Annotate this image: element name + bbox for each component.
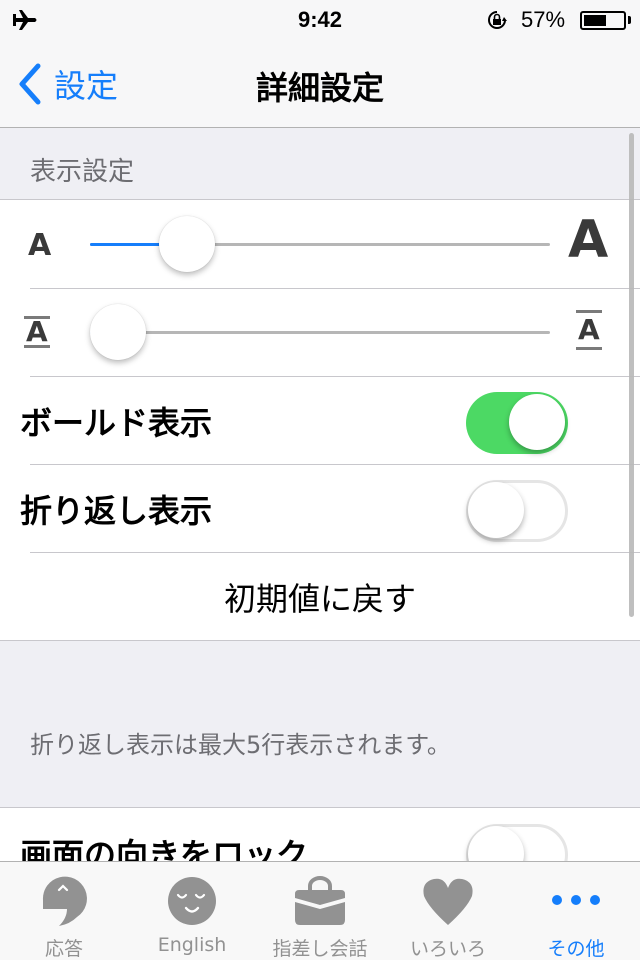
wrap-row: 折り返し表示 <box>0 464 640 552</box>
line-spacing-row: A A <box>0 288 640 376</box>
display-settings-group: A A A A ボールド表示 折り返し表示 初期値に戻す <box>0 199 640 641</box>
battery-nub <box>628 16 631 24</box>
tab-english[interactable]: English <box>128 862 256 960</box>
orientation-lock-toggle[interactable] <box>466 824 568 861</box>
wrap-toggle[interactable] <box>466 480 568 542</box>
reset-defaults-button[interactable]: 初期値に戻す <box>0 552 640 640</box>
font-large-icon: A <box>568 210 609 270</box>
smiley-face-icon <box>168 877 216 925</box>
slider-track <box>90 331 550 334</box>
tab-pointing-conversation[interactable]: 指差し会話 <box>256 862 384 960</box>
battery-icon <box>580 11 626 30</box>
orientation-group: 画面の向きをロック <box>0 807 640 861</box>
tab-label: English <box>157 934 227 956</box>
tab-label: 指差し会話 <box>272 938 368 960</box>
line-spacing-large-icon: A <box>576 310 602 350</box>
font-small-icon: A <box>28 228 52 263</box>
status-bar: 9:42 57% <box>0 0 640 40</box>
tab-response[interactable]: 応答 <box>0 862 128 960</box>
section-header-display: 表示設定 <box>30 157 135 187</box>
reset-defaults-label: 初期値に戻す <box>223 580 416 618</box>
speech-comma-icon <box>42 876 87 926</box>
tab-label: その他 <box>547 938 605 960</box>
wrap-label: 折り返し表示 <box>20 492 213 530</box>
bold-toggle[interactable] <box>466 392 568 454</box>
toggle-knob <box>468 482 524 538</box>
slider-thumb[interactable] <box>90 304 146 360</box>
heart-icon <box>423 878 473 925</box>
tab-label: 応答 <box>44 938 83 960</box>
toggle-knob <box>509 394 565 450</box>
slider-thumb[interactable] <box>158 216 215 272</box>
line-spacing-small-icon: A <box>24 315 50 348</box>
bag-icon <box>295 876 345 925</box>
orientation-lock-row: 画面の向きをロック <box>0 808 640 861</box>
font-size-slider[interactable] <box>90 200 550 288</box>
line-spacing-slider[interactable] <box>90 288 550 376</box>
battery-fill <box>584 15 606 26</box>
tab-label: いろいろ <box>409 938 486 960</box>
scrollbar[interactable] <box>629 133 634 617</box>
more-dots-icon <box>552 895 600 905</box>
navigation-bar: 設定 詳細設定 <box>0 40 640 128</box>
battery-percentage: 57% <box>521 7 566 32</box>
tab-bar: 応答 English 指差し会話 いろいろ その他 <box>0 861 640 960</box>
tab-various[interactable]: いろいろ <box>384 862 512 960</box>
tab-more[interactable]: その他 <box>512 862 640 960</box>
font-size-row: A A <box>0 200 640 288</box>
settings-list[interactable]: 表示設定 A A A A ボールド表示 折り返し表示 初期値に戻す 折り返し表示… <box>0 129 640 861</box>
orientation-lock-label: 画面の向きをロック <box>20 836 309 861</box>
wrap-footer-note: 折り返し表示は最大5行表示されます。 <box>30 731 451 759</box>
page-title: 詳細設定 <box>255 69 384 107</box>
toggle-knob <box>468 826 524 861</box>
bold-row: ボールド表示 <box>0 376 640 464</box>
bold-label: ボールド表示 <box>20 404 213 442</box>
rotation-lock-icon <box>488 11 507 29</box>
